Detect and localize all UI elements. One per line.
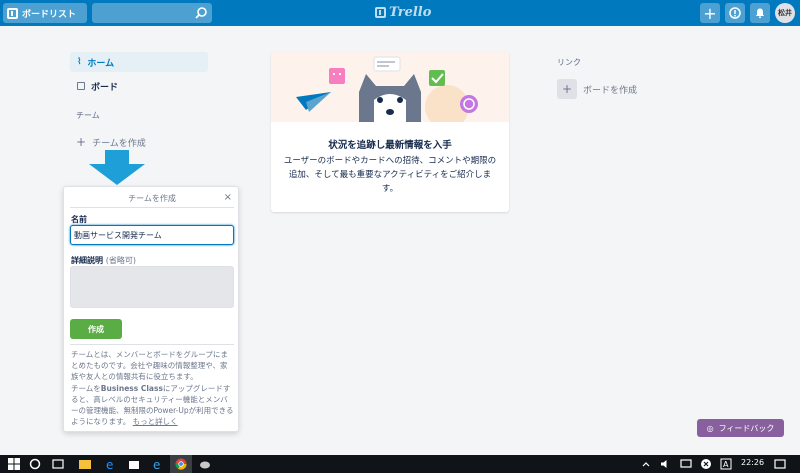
sidebar-item-home-label: ホーム [87,58,115,69]
upgrade-text-prefix: チームを [71,384,101,393]
optional-hint: (省略可) [105,256,137,265]
sidebar-item-boards-label: ボード [91,82,119,93]
business-class-label: Business Class [100,384,163,393]
sidebar-item-home[interactable]: ⌇ ホーム [70,52,208,72]
windows-start-icon[interactable] [8,458,20,470]
info-button[interactable] [725,3,745,23]
volume-icon[interactable] [660,458,672,470]
search-icon[interactable] [194,6,208,20]
create-board-link[interactable]: + ボードを作成 [557,79,637,99]
top-header: ボードリスト Trello + 松井 [0,0,800,26]
create-team-label: チームを作成 [92,138,146,149]
edge-icon[interactable]: e [104,458,116,470]
close-circle-icon[interactable] [700,458,712,470]
network-icon[interactable] [680,458,692,470]
activity-icon: ⌇ [77,57,82,67]
board-icon [77,82,85,90]
chevron-up-icon[interactable] [640,458,652,470]
trello-logo-text: Trello [389,5,432,20]
feedback-button[interactable]: ◎ フィードバック [697,419,784,437]
windows-taskbar: e e A 22:26 [0,455,800,473]
husky-illustration [271,52,509,122]
boards-button[interactable]: ボードリスト [3,3,87,23]
create-team-popover: チームを作成 × 名前 動画サービス開発チーム 詳細説明 (省略可) 作成 チー… [63,186,239,432]
description-label: 詳細説明 (省略可) [71,255,136,266]
svg-text:e: e [153,458,160,470]
speech-bubble-icon: ◎ [706,423,714,433]
ime-icon[interactable]: A [720,458,732,470]
card-title: 状況を追跡し最新情報を入手 [328,140,452,151]
notification-center-icon[interactable] [774,458,786,470]
description-textarea[interactable] [70,266,234,308]
plus-icon: + [703,3,717,23]
plus-icon: + [76,135,87,149]
board-icon [7,7,18,19]
boards-button-label: ボードリスト [22,9,77,20]
divider [70,207,234,208]
app-icon[interactable] [199,458,211,470]
arrow-down-icon [89,150,145,185]
team-info-text: チームとは、メンバーとボードをグループにまとめたものです。会社や趣味の情報整理や… [71,350,228,381]
create-board-label: ボードを作成 [583,85,638,96]
trello-logo[interactable]: Trello [375,5,431,20]
store-icon[interactable] [128,458,140,470]
folder-icon[interactable] [79,458,91,470]
popover-title: チームを作成 [128,194,176,203]
ie-icon[interactable]: e [151,458,163,470]
description-label-text: 詳細説明 [71,256,103,265]
task-view-icon[interactable] [52,458,64,470]
links-heading: リンク [557,58,581,67]
feedback-label: フィードバック [718,423,775,433]
learn-more-link[interactable]: もっと詳しく [133,417,178,426]
create-team-link[interactable]: + チームを作成 [76,135,146,149]
team-name-input[interactable]: 動画サービス開発チーム [70,225,234,245]
clock[interactable]: 22:26 [741,458,764,467]
bell-icon [756,8,764,19]
upgrade-text: チームをBusiness Classにアップグレードすると、高レベルのセキュリテ… [71,383,235,427]
trello-logo-icon [375,7,386,18]
create-button[interactable]: 作成 [70,319,122,339]
close-icon[interactable]: × [224,192,232,203]
name-label: 名前 [71,215,87,224]
info-icon [729,7,741,19]
card-description: ユーザーのボードやカードへの招待、コメントや期限の追加、そして最も重要なアクティ… [283,156,497,194]
cortana-icon[interactable] [29,458,41,470]
sidebar-item-boards[interactable]: ボード [70,76,208,96]
avatar[interactable]: 松井 [775,3,795,23]
svg-text:A: A [723,460,729,469]
divider [70,344,234,345]
activity-card: 状況を追跡し最新情報を入手 ユーザーのボードやカードへの招待、コメントや期限の追… [271,52,509,212]
add-button[interactable]: + [700,3,720,23]
teams-heading: チーム [76,111,100,120]
notifications-button[interactable] [750,3,770,23]
plus-icon: + [557,79,577,99]
search-input[interactable] [92,3,212,23]
chrome-icon[interactable] [175,458,187,470]
svg-text:e: e [106,458,113,470]
